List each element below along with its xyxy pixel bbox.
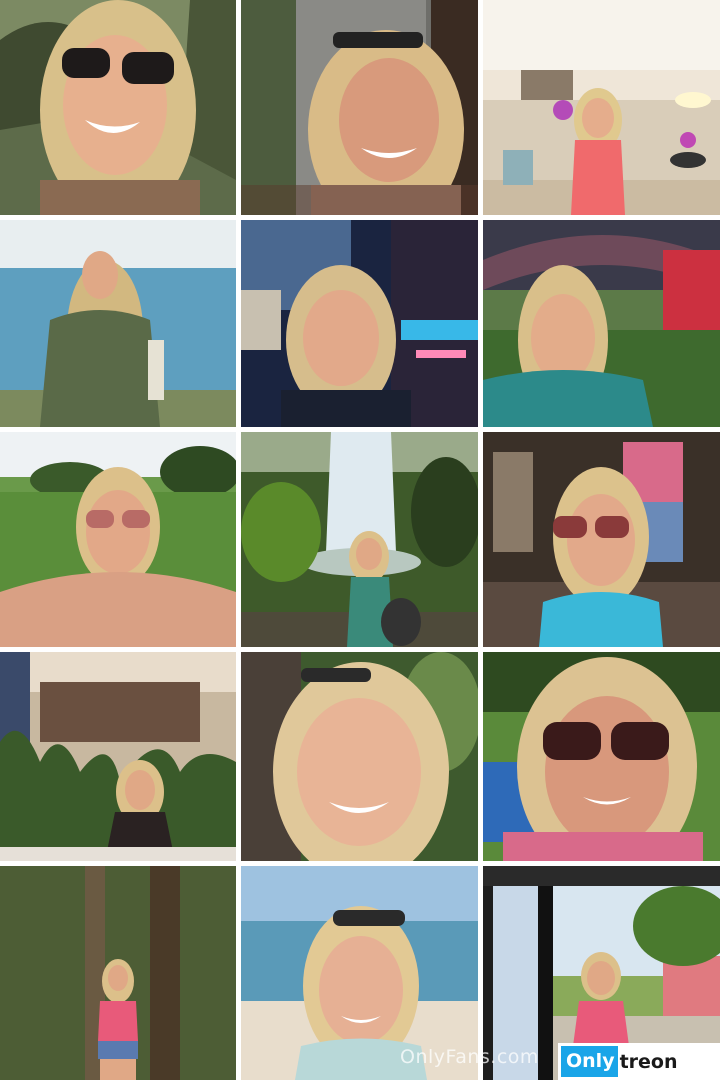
photo-tile-12[interactable] (483, 652, 720, 861)
photo-tile-3[interactable] (483, 0, 720, 215)
photo-tile-9[interactable] (483, 432, 720, 647)
photo-tile-7[interactable] (0, 432, 236, 647)
photo-tile-4[interactable] (0, 220, 236, 427)
photo-tile-13[interactable] (0, 866, 236, 1080)
photo-tile-5[interactable] (241, 220, 478, 427)
watermark-logo-part1: Only (561, 1046, 618, 1077)
watermark-site-text: OnlyFans.com (400, 1046, 539, 1068)
photo-tile-11[interactable] (241, 652, 478, 861)
photo-grid (0, 0, 720, 1080)
photo-tile-8[interactable] (241, 432, 478, 647)
photo-tile-1[interactable] (0, 0, 236, 215)
watermark-logo-part2: treon (619, 1050, 678, 1073)
watermark-logo: Only treon (558, 1043, 720, 1080)
photo-tile-6[interactable] (483, 220, 720, 427)
photo-tile-10[interactable] (0, 652, 236, 861)
photo-tile-2[interactable] (241, 0, 478, 215)
